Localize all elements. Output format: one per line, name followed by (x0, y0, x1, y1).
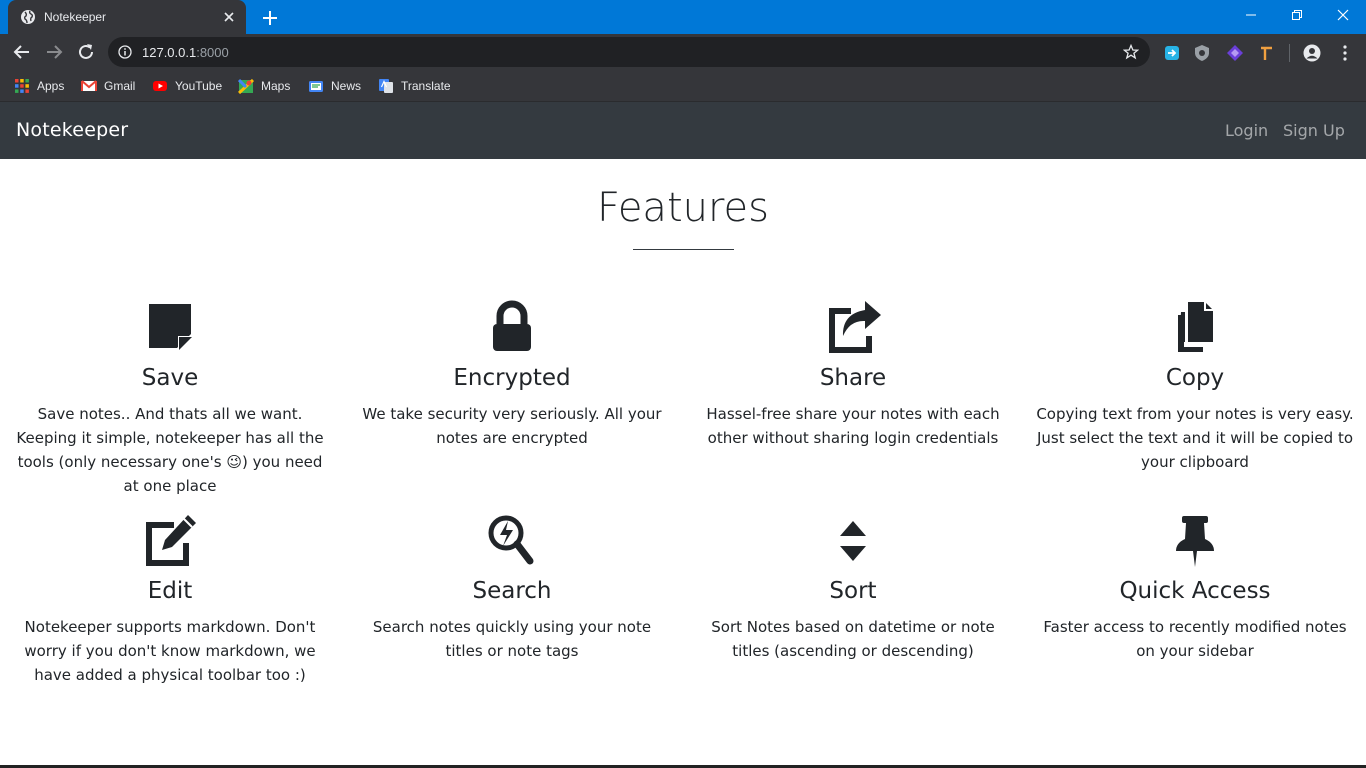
bookmark-label: Apps (37, 79, 65, 93)
close-window-button[interactable] (1320, 0, 1366, 30)
browser-toolbar: 127.0.0.1:8000 (0, 34, 1366, 70)
url-port: :8000 (196, 45, 229, 60)
minimize-icon (1246, 14, 1256, 16)
extension-gem-icon[interactable] (1226, 44, 1244, 62)
feature-description: Save notes.. And thats all we want. Keep… (16, 405, 324, 495)
signup-link[interactable]: Sign Up (1283, 121, 1345, 140)
globe-icon (21, 10, 35, 24)
feature-title: Edit (147, 578, 193, 604)
extension-shield-icon[interactable] (1193, 44, 1211, 62)
sticky-note-icon (149, 304, 192, 350)
tab-title: Notekeeper (44, 10, 107, 24)
translate-icon (379, 79, 393, 93)
bookmark-label: Translate (401, 79, 451, 93)
feature-description: Search notes quickly using your note tit… (372, 618, 652, 660)
bookmark-label: News (331, 79, 362, 93)
youtube-icon (153, 81, 167, 91)
feature-title: Copy (1165, 365, 1225, 391)
sort-icon (840, 521, 866, 561)
restore-icon (1292, 10, 1302, 20)
bookmarks-bar: Apps Gmail YouTube Maps News Translate (0, 70, 1366, 102)
thumbtack-icon (1176, 516, 1214, 567)
feature-title: Search (472, 578, 552, 604)
site-navbar: Notekeeper Login Sign Up (0, 102, 1366, 159)
feature-description: Faster access to recently modified notes… (1043, 618, 1347, 660)
bookmark-label: Maps (261, 79, 291, 93)
extension-arrow-icon[interactable] (1163, 44, 1181, 62)
share-square-icon (829, 301, 881, 353)
feature-title: Share (819, 365, 887, 391)
features-heading: Features (597, 185, 769, 231)
feature-description: We take security very seriously. All you… (362, 405, 662, 447)
restore-button[interactable] (1274, 0, 1320, 30)
menu-kebab-icon[interactable] (1336, 44, 1354, 62)
back-icon[interactable] (12, 42, 32, 62)
feature-title: Quick Access (1119, 578, 1271, 604)
feature-description: Notekeeper supports markdown. Don't worr… (24, 618, 316, 684)
minimize-button[interactable] (1228, 0, 1274, 30)
bookmark-maps[interactable]: Maps (238, 77, 290, 95)
copy-icon (1178, 302, 1213, 352)
info-icon[interactable] (118, 45, 132, 59)
maps-icon (238, 78, 254, 94)
bookmark-youtube[interactable]: YouTube (152, 77, 222, 95)
bookmark-label: YouTube (175, 79, 223, 93)
reload-icon[interactable] (76, 42, 96, 62)
bookmark-gmail[interactable]: Gmail (81, 77, 135, 95)
bookmark-apps[interactable]: Apps (14, 77, 64, 95)
feature-description: Sort Notes based on datetime or note tit… (711, 618, 995, 660)
bookmark-star-icon[interactable] (1123, 44, 1139, 60)
browser-titlebar: Notekeeper (0, 0, 1366, 34)
url-text: 127.0.0.1:8000 (142, 45, 229, 60)
feature-title: Save (141, 365, 199, 391)
bookmark-label: Gmail (104, 79, 136, 93)
apps-grid-icon (15, 79, 29, 93)
new-tab-icon[interactable] (260, 8, 280, 28)
url-host: 127.0.0.1 (142, 45, 197, 60)
profile-avatar-icon[interactable] (1303, 44, 1321, 62)
search-bolt-icon (488, 515, 534, 565)
gmail-icon (81, 80, 97, 91)
navbar-brand[interactable]: Notekeeper (16, 119, 128, 141)
extension-hammer-icon[interactable] (1258, 44, 1276, 62)
feature-title: Sort (829, 578, 877, 604)
edit-icon (146, 515, 196, 566)
heading-underline (633, 249, 734, 250)
feature-description: Copying text from your notes is very eas… (1036, 405, 1354, 471)
lock-icon (493, 300, 531, 351)
feature-description: Hassel-free share your notes with each o… (706, 405, 1000, 447)
close-icon (1337, 9, 1349, 21)
news-icon (309, 81, 323, 92)
feature-title: Encrypted (453, 365, 571, 391)
address-bar[interactable]: 127.0.0.1:8000 (108, 37, 1150, 67)
bookmark-news[interactable]: News (308, 77, 361, 95)
bookmark-translate[interactable]: Translate (378, 77, 451, 95)
login-link[interactable]: Login (1225, 121, 1268, 140)
close-tab-icon[interactable] (220, 8, 238, 26)
browser-tab[interactable]: Notekeeper (8, 0, 246, 34)
toolbar-divider (1289, 44, 1290, 62)
forward-icon[interactable] (44, 42, 64, 62)
